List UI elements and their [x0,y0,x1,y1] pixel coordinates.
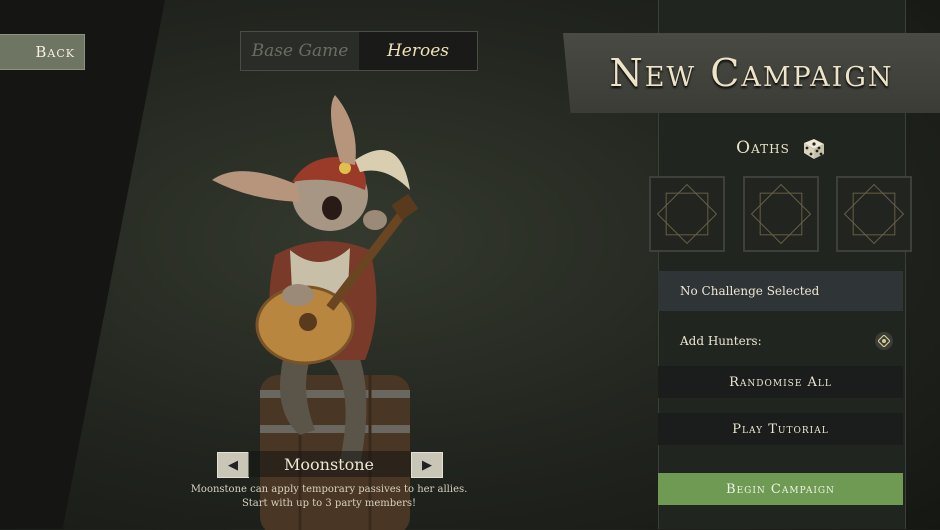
left-backdrop-strip [0,0,165,529]
challenge-selector[interactable]: No Challenge Selected [658,271,903,311]
hero-description: Moonstone can apply temporary passives t… [190,484,468,509]
play-tutorial-button[interactable]: Play Tutorial [658,413,903,445]
title-plate: New Campaign [563,33,940,113]
hero-name: Moonstone [284,454,374,474]
tab-base-game-label: Base Game [251,41,349,61]
oath-slot-3[interactable] [836,176,912,252]
arrow-left-icon: ◀ [228,457,238,473]
arrow-right-icon: ▶ [422,457,432,473]
hero-source-tabs: Base Game Heroes [240,31,478,71]
oath-slot-1[interactable] [649,176,725,252]
dice-icon[interactable] [800,135,826,161]
hunters-label: Add Hunters: [680,334,762,348]
next-hero-button[interactable]: ▶ [411,452,443,478]
play-tutorial-label: Play Tutorial [732,421,829,437]
add-hunters-row: Add Hunters: [658,321,903,361]
begin-campaign-button[interactable]: Begin Campaign [658,473,903,505]
tab-heroes-label: Heroes [386,41,450,61]
begin-campaign-label: Begin Campaign [726,481,835,497]
page-title: New Campaign [609,51,894,95]
oaths-header: Oaths [658,133,904,163]
hero-name-bar: Moonstone [248,451,410,477]
prev-hero-button[interactable]: ◀ [217,452,249,478]
back-button-label: Back [35,43,75,61]
add-hunter-icon[interactable] [875,332,893,350]
randomise-all-button[interactable]: Randomise All [658,366,903,398]
tab-heroes[interactable]: Heroes [359,32,477,70]
challenge-text: No Challenge Selected [680,284,820,298]
oaths-label: Oaths [736,138,790,158]
oath-slot-2[interactable] [743,176,819,252]
randomise-all-label: Randomise All [729,374,832,390]
back-button[interactable]: Back [0,34,85,70]
tab-base-game[interactable]: Base Game [241,32,359,70]
